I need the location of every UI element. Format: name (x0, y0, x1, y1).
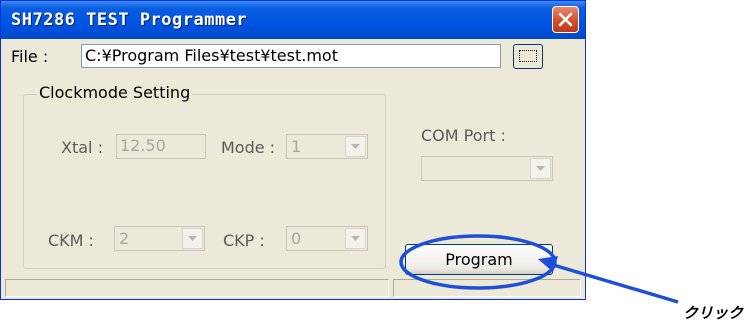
click-annotation-label: クリック (683, 304, 744, 322)
highlight-ellipse (399, 234, 557, 290)
annotation-arrow-line (549, 262, 679, 304)
annotation-arrow-head (538, 256, 558, 272)
annotation-overlay (399, 234, 679, 304)
